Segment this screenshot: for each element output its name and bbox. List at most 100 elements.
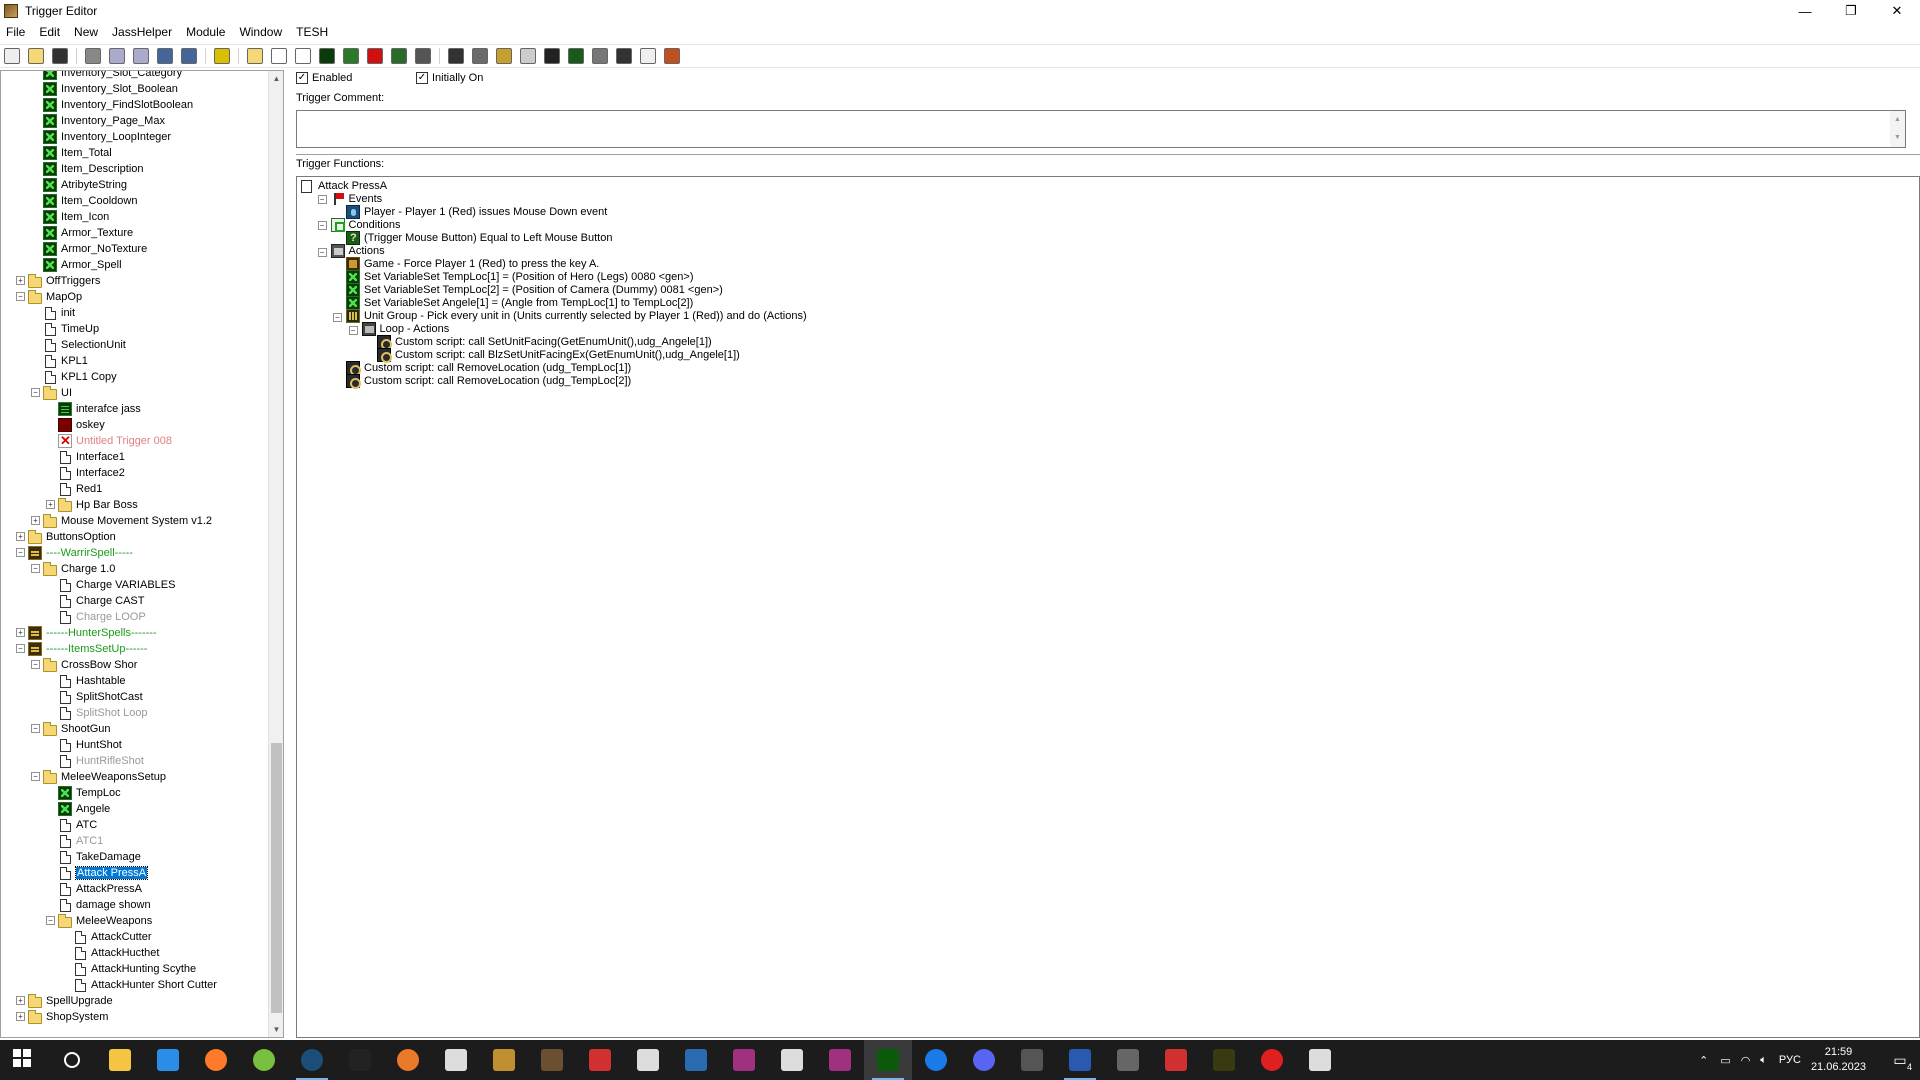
git-taskbar-button[interactable] bbox=[1152, 1040, 1200, 1080]
mail-taskbar-button[interactable] bbox=[144, 1040, 192, 1080]
tree-item[interactable]: + OffTriggers bbox=[1, 273, 269, 289]
tree-item[interactable]: HuntShot bbox=[1, 737, 269, 753]
tree-item[interactable]: Item_Cooldown bbox=[1, 193, 269, 209]
campaign-editor-icon[interactable] bbox=[568, 48, 584, 64]
tree-item[interactable]: + Hp Bar Boss bbox=[1, 497, 269, 513]
unit-editor-icon[interactable] bbox=[496, 48, 512, 64]
tree-item[interactable]: − CrossBow Shor bbox=[1, 657, 269, 673]
scroll-thumb[interactable] bbox=[271, 743, 282, 1013]
comment-scrollbar[interactable]: ▲ ▼ bbox=[1890, 111, 1905, 147]
tree-item[interactable]: SplitShot Loop bbox=[1, 705, 269, 721]
tree-item[interactable]: Angele bbox=[1, 801, 269, 817]
new-category-icon[interactable] bbox=[247, 48, 263, 64]
tree-item[interactable]: AttackCutter bbox=[1, 929, 269, 945]
app5-taskbar-button[interactable] bbox=[1104, 1040, 1152, 1080]
world-editor-taskbar-button[interactable] bbox=[864, 1040, 912, 1080]
app2-taskbar-button[interactable] bbox=[768, 1040, 816, 1080]
copy-icon[interactable] bbox=[109, 48, 125, 64]
app3-taskbar-button[interactable] bbox=[816, 1040, 864, 1080]
tree-item[interactable]: + SpellUpgrade bbox=[1, 993, 269, 1009]
flask-taskbar-button[interactable] bbox=[1296, 1040, 1344, 1080]
object-editor-icon[interactable] bbox=[544, 48, 560, 64]
tree-item[interactable]: Inventory_Slot_Category bbox=[1, 71, 269, 81]
tree-item[interactable]: SelectionUnit bbox=[1, 337, 269, 353]
opera-taskbar-button[interactable] bbox=[1248, 1040, 1296, 1080]
tree-item[interactable]: ATC1 bbox=[1, 833, 269, 849]
splitter[interactable] bbox=[296, 154, 1920, 156]
tree-item[interactable]: damage shown bbox=[1, 897, 269, 913]
tree-item[interactable]: ATC bbox=[1, 817, 269, 833]
tree-item[interactable]: Inventory_LoopInteger bbox=[1, 129, 269, 145]
new-condition-icon[interactable] bbox=[391, 48, 407, 64]
vpn-taskbar-button[interactable] bbox=[672, 1040, 720, 1080]
expand-icon[interactable]: + bbox=[16, 532, 25, 541]
collapse-icon[interactable]: − bbox=[31, 564, 40, 573]
collapse-icon[interactable]: − bbox=[46, 916, 55, 925]
menu-tesh[interactable]: TESH bbox=[296, 25, 328, 39]
tree-item[interactable]: − UI bbox=[1, 385, 269, 401]
collapse-icon[interactable]: − bbox=[16, 548, 25, 557]
epic-games-taskbar-button[interactable] bbox=[336, 1040, 384, 1080]
minimize-button[interactable]: — bbox=[1782, 0, 1828, 22]
edge-taskbar-button[interactable] bbox=[912, 1040, 960, 1080]
start-taskbar-button[interactable] bbox=[0, 1040, 48, 1080]
tree-item[interactable]: Armor_Texture bbox=[1, 225, 269, 241]
paste-icon[interactable] bbox=[133, 48, 149, 64]
tree-item[interactable]: Charge LOOP bbox=[1, 609, 269, 625]
tree-item[interactable]: KPL1 Copy bbox=[1, 369, 269, 385]
terminal-taskbar-button[interactable] bbox=[624, 1040, 672, 1080]
tree-item[interactable]: Inventory_Page_Max bbox=[1, 113, 269, 129]
maximize-button[interactable]: ❐ bbox=[1828, 0, 1874, 22]
steam-taskbar-button[interactable] bbox=[288, 1040, 336, 1080]
tree-item[interactable]: Item_Icon bbox=[1, 209, 269, 225]
menu-new[interactable]: New bbox=[74, 25, 98, 39]
new-action-icon[interactable] bbox=[415, 48, 431, 64]
test-icon[interactable] bbox=[664, 48, 680, 64]
collapse-icon[interactable]: − bbox=[31, 772, 40, 781]
tree-item[interactable]: interafce jass bbox=[1, 401, 269, 417]
wifi-icon[interactable]: ◠ bbox=[1741, 1054, 1751, 1067]
redo-icon[interactable] bbox=[181, 48, 197, 64]
language-indicator[interactable]: РУС bbox=[1779, 1054, 1801, 1066]
collapse-icon[interactable]: − bbox=[16, 292, 25, 301]
tree-item[interactable]: − MeleeWeapons bbox=[1, 913, 269, 929]
new-icon[interactable] bbox=[4, 48, 20, 64]
tree-item[interactable]: AtribyteString bbox=[1, 177, 269, 193]
app4-taskbar-button[interactable] bbox=[1008, 1040, 1056, 1080]
game-taskbar-button[interactable] bbox=[528, 1040, 576, 1080]
warcraft-taskbar-button[interactable] bbox=[480, 1040, 528, 1080]
chevron-up-icon[interactable]: ⌃ bbox=[1699, 1054, 1708, 1067]
tree-item[interactable]: Inventory_FindSlotBoolean bbox=[1, 97, 269, 113]
tree-item[interactable]: + ButtonsOption bbox=[1, 529, 269, 545]
menu-jasshelper[interactable]: JassHelper bbox=[112, 25, 172, 39]
tree-item[interactable]: Armor_Spell bbox=[1, 257, 269, 273]
tree-item[interactable]: Charge CAST bbox=[1, 593, 269, 609]
clock[interactable]: 21:59 21.06.2023 bbox=[1811, 1045, 1866, 1075]
app-taskbar-button[interactable] bbox=[720, 1040, 768, 1080]
variables-icon[interactable] bbox=[343, 48, 359, 64]
tree-item[interactable]: Armor_NoTexture bbox=[1, 241, 269, 257]
comment-field[interactable]: ▲ ▼ bbox=[296, 110, 1906, 148]
import-manager-icon[interactable] bbox=[640, 48, 656, 64]
tree-item[interactable]: init bbox=[1, 305, 269, 321]
network-icon[interactable]: ▭ bbox=[1720, 1054, 1730, 1067]
function-row[interactable]: (Trigger Mouse Button) Equal to Left Mou… bbox=[346, 230, 612, 246]
tree-item[interactable]: Item_Description bbox=[1, 161, 269, 177]
tree-item[interactable]: TimeUp bbox=[1, 321, 269, 337]
tree-item[interactable]: TakeDamage bbox=[1, 849, 269, 865]
tree-item[interactable]: AttackHucthet bbox=[1, 945, 269, 961]
tree-item[interactable]: − ShootGun bbox=[1, 721, 269, 737]
scroll-up-icon[interactable]: ▲ bbox=[269, 71, 283, 86]
binary-taskbar-button[interactable] bbox=[1200, 1040, 1248, 1080]
tree-item[interactable]: − MeleeWeaponsSetup bbox=[1, 769, 269, 785]
menu-edit[interactable]: Edit bbox=[39, 25, 60, 39]
tree-item[interactable]: Attack PressA bbox=[1, 865, 269, 881]
tree-item[interactable]: + ------HunterSpells------- bbox=[1, 625, 269, 641]
object-manager-icon[interactable] bbox=[616, 48, 632, 64]
expand-icon[interactable]: + bbox=[16, 1012, 25, 1021]
tree-item[interactable]: − ------ItemsSetUp------ bbox=[1, 641, 269, 657]
paint-taskbar-button[interactable] bbox=[576, 1040, 624, 1080]
tree-item[interactable]: Hashtable bbox=[1, 673, 269, 689]
close-button[interactable]: ✕ bbox=[1874, 0, 1920, 22]
tree-item[interactable]: − MapOp bbox=[1, 289, 269, 305]
